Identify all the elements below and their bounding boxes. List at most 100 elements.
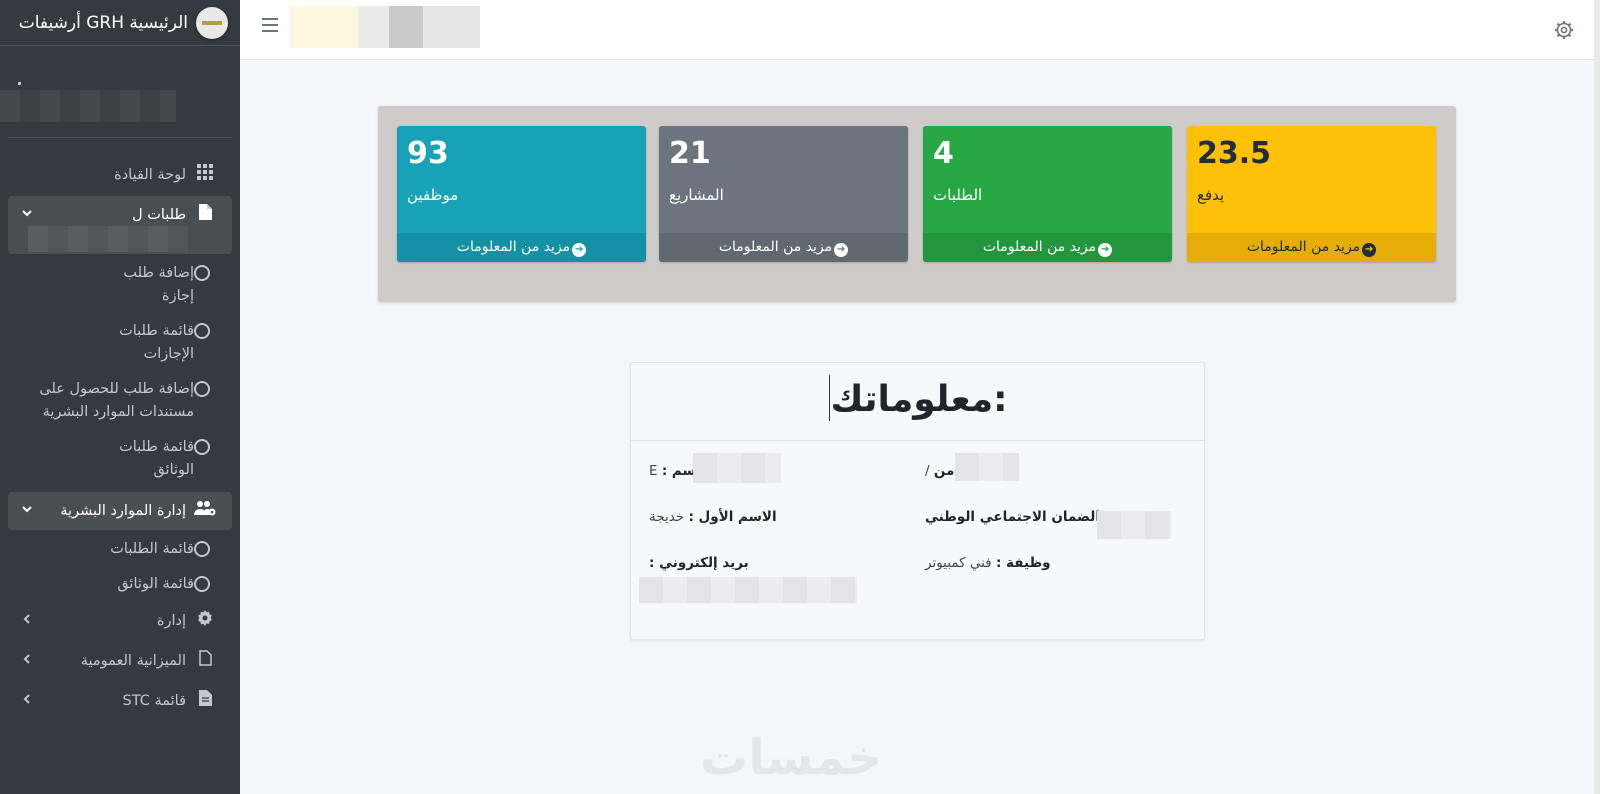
stat-box-projects: 21 المشاريع ➔مزيد من المعلومات	[659, 126, 908, 262]
more-info-link[interactable]: ➔مزيد من المعلومات	[659, 233, 908, 262]
stat-label: موظفين	[407, 186, 459, 204]
arrow-circle-icon: ➔	[1098, 243, 1113, 257]
user-dot	[18, 82, 21, 85]
stats-panel: 23.5 يدفع ➔مزيد من المعلومات 4 الطلبات ➔…	[378, 106, 1456, 302]
stat-value: 4	[933, 136, 954, 171]
brand-logo	[196, 6, 228, 39]
field-label: بريد إلكتروني :	[649, 555, 749, 571]
sidebar-item-label: إدارة	[156, 613, 186, 629]
stat-label: يدفع	[1197, 186, 1225, 204]
brand-link[interactable]: الرئيسية GRH أرشيفات	[0, 0, 240, 46]
field-label: الاسم الأول :	[688, 509, 777, 525]
sidebar-item-label: قائمة الوثائق	[117, 576, 194, 592]
sidebar-item-label: قائمة طلبات الإجازات	[119, 323, 194, 362]
circle-icon	[194, 381, 210, 397]
from-value-redacted	[955, 453, 1019, 481]
sidebar-item-label: قائمة STC	[122, 693, 187, 709]
field-value: /	[925, 463, 930, 479]
chevron-down-icon	[22, 500, 32, 522]
arrow-circle-icon: ➔	[1362, 243, 1377, 257]
file-icon	[192, 650, 218, 672]
field-first-name: الاسم الأول : خديجة	[649, 509, 777, 525]
sidebar-item-admin[interactable]: إدارة	[8, 602, 232, 640]
more-info-link[interactable]: ➔مزيد من المعلومات	[397, 233, 646, 262]
sidebar-item-label: قائمة الطلبات	[110, 541, 194, 557]
sidebar-item-leave-list[interactable]: قائمة طلبات الإجازات	[90, 314, 232, 372]
more-info-label: مزيد من المعلومات	[1246, 239, 1361, 255]
info-card-title: :معلوماتك	[827, 375, 1008, 421]
sidebar: الرئيسية GRH أرشيفات لوحة القيادة طلبات …	[0, 0, 240, 794]
arrow-circle-icon: ➔	[834, 243, 849, 257]
sidebar-item-add-doc-request[interactable]: إضافة طلب للحصول على مستندات الموارد الب…	[0, 372, 232, 430]
field-cnss: :الضمان الاجتماعي الوطني	[925, 509, 1105, 525]
field-value: E	[649, 463, 658, 479]
stat-box-requests: 4 الطلبات ➔مزيد من المعلومات	[923, 126, 1172, 262]
info-card-title-text: :معلوماتك	[830, 379, 1008, 420]
more-info-link[interactable]: ➔مزيد من المعلومات	[923, 233, 1172, 262]
circle-icon	[194, 265, 210, 281]
name-value-redacted	[693, 453, 781, 483]
chevron-down-icon	[22, 204, 32, 226]
sidebar-item-balance-sheet[interactable]: الميزانية العمومية	[8, 642, 232, 680]
stat-value: 23.5	[1197, 136, 1272, 171]
field-value: فني كمبيوتر	[925, 555, 992, 571]
grid-icon	[192, 164, 218, 186]
stat-value: 93	[407, 136, 449, 171]
circle-icon	[194, 439, 210, 455]
sidebar-nav: لوحة القيادة طلبات ل إضافة طلب إجازة قائ…	[0, 138, 240, 720]
stat-box-employees: 93 موظفين ➔مزيد من المعلومات	[397, 126, 646, 262]
more-info-label: مزيد من المعلومات	[718, 239, 833, 255]
sidebar-item-requests-list[interactable]: قائمة الطلبات	[90, 532, 232, 567]
requests-label-redacted	[28, 226, 188, 252]
watermark: خمسات	[700, 730, 882, 786]
stat-box-pay: 23.5 يدفع ➔مزيد من المعلومات	[1187, 126, 1436, 262]
stat-value: 21	[669, 136, 711, 171]
file-icon	[192, 690, 218, 712]
more-info-label: مزيد من المعلومات	[456, 239, 571, 255]
settings-gear-icon[interactable]	[1554, 20, 1574, 45]
stat-label: المشاريع	[669, 186, 724, 204]
more-info-label: مزيد من المعلومات	[982, 239, 1097, 255]
more-info-link[interactable]: ➔مزيد من المعلومات	[1187, 233, 1436, 262]
page-scrollbar[interactable]	[1594, 0, 1600, 794]
user-panel	[0, 46, 232, 138]
circle-icon	[194, 541, 210, 557]
email-value-redacted	[639, 577, 857, 603]
chevron-left-icon	[22, 610, 32, 632]
sidebar-item-requests[interactable]: طلبات ل	[8, 196, 232, 254]
file-icon	[192, 204, 218, 226]
circle-icon	[194, 576, 210, 592]
stat-label: الطلبات	[933, 186, 983, 204]
sidebar-item-label: إضافة طلب للحصول على مستندات الموارد الب…	[39, 381, 194, 420]
sidebar-item-label: إدارة الموارد البشرية	[60, 503, 186, 519]
circle-icon	[194, 323, 210, 339]
info-card-header: :معلوماتك	[631, 363, 1204, 441]
cnss-value-redacted	[1097, 511, 1171, 539]
sidebar-item-add-leave[interactable]: إضافة طلب إجازة	[90, 256, 232, 314]
chevron-left-icon	[22, 650, 32, 672]
sidebar-item-label: طلبات ل	[132, 207, 186, 223]
arrow-circle-icon: ➔	[572, 243, 587, 257]
sidebar-item-documents-list[interactable]: قائمة الوثائق	[90, 567, 232, 602]
field-email: بريد إلكتروني :	[649, 555, 749, 571]
brand-title: الرئيسية GRH أرشيفات	[18, 12, 188, 33]
field-job: وظيفة : فني كمبيوتر	[925, 555, 1051, 571]
sidebar-item-label: الميزانية العمومية	[80, 653, 186, 669]
sidebar-item-stc-list[interactable]: قائمة STC	[8, 682, 232, 720]
users-cog-icon	[192, 500, 218, 522]
sidebar-item-dashboard[interactable]: لوحة القيادة	[8, 156, 232, 194]
top-navbar	[240, 0, 1600, 60]
field-label: :الضمان الاجتماعي الوطني	[925, 509, 1106, 525]
sidebar-item-doc-list[interactable]: قائمة طلبات الوثائق	[90, 430, 232, 488]
sidebar-item-label: لوحة القيادة	[114, 167, 186, 183]
chevron-left-icon	[22, 690, 32, 712]
user-name-redacted[interactable]	[0, 90, 176, 122]
sidebar-item-label: إضافة طلب إجازة	[123, 265, 194, 304]
top-content-redacted	[290, 6, 480, 48]
sidebar-item-hr-management[interactable]: إدارة الموارد البشرية	[8, 492, 232, 530]
gear-icon	[192, 610, 218, 632]
menu-toggle-icon[interactable]	[262, 18, 278, 32]
field-label: وظيفة :	[995, 555, 1051, 571]
info-card: :معلوماتك اسم : E الاسم الأول : خديجة بر…	[630, 362, 1205, 640]
field-value: خديجة	[649, 509, 685, 525]
